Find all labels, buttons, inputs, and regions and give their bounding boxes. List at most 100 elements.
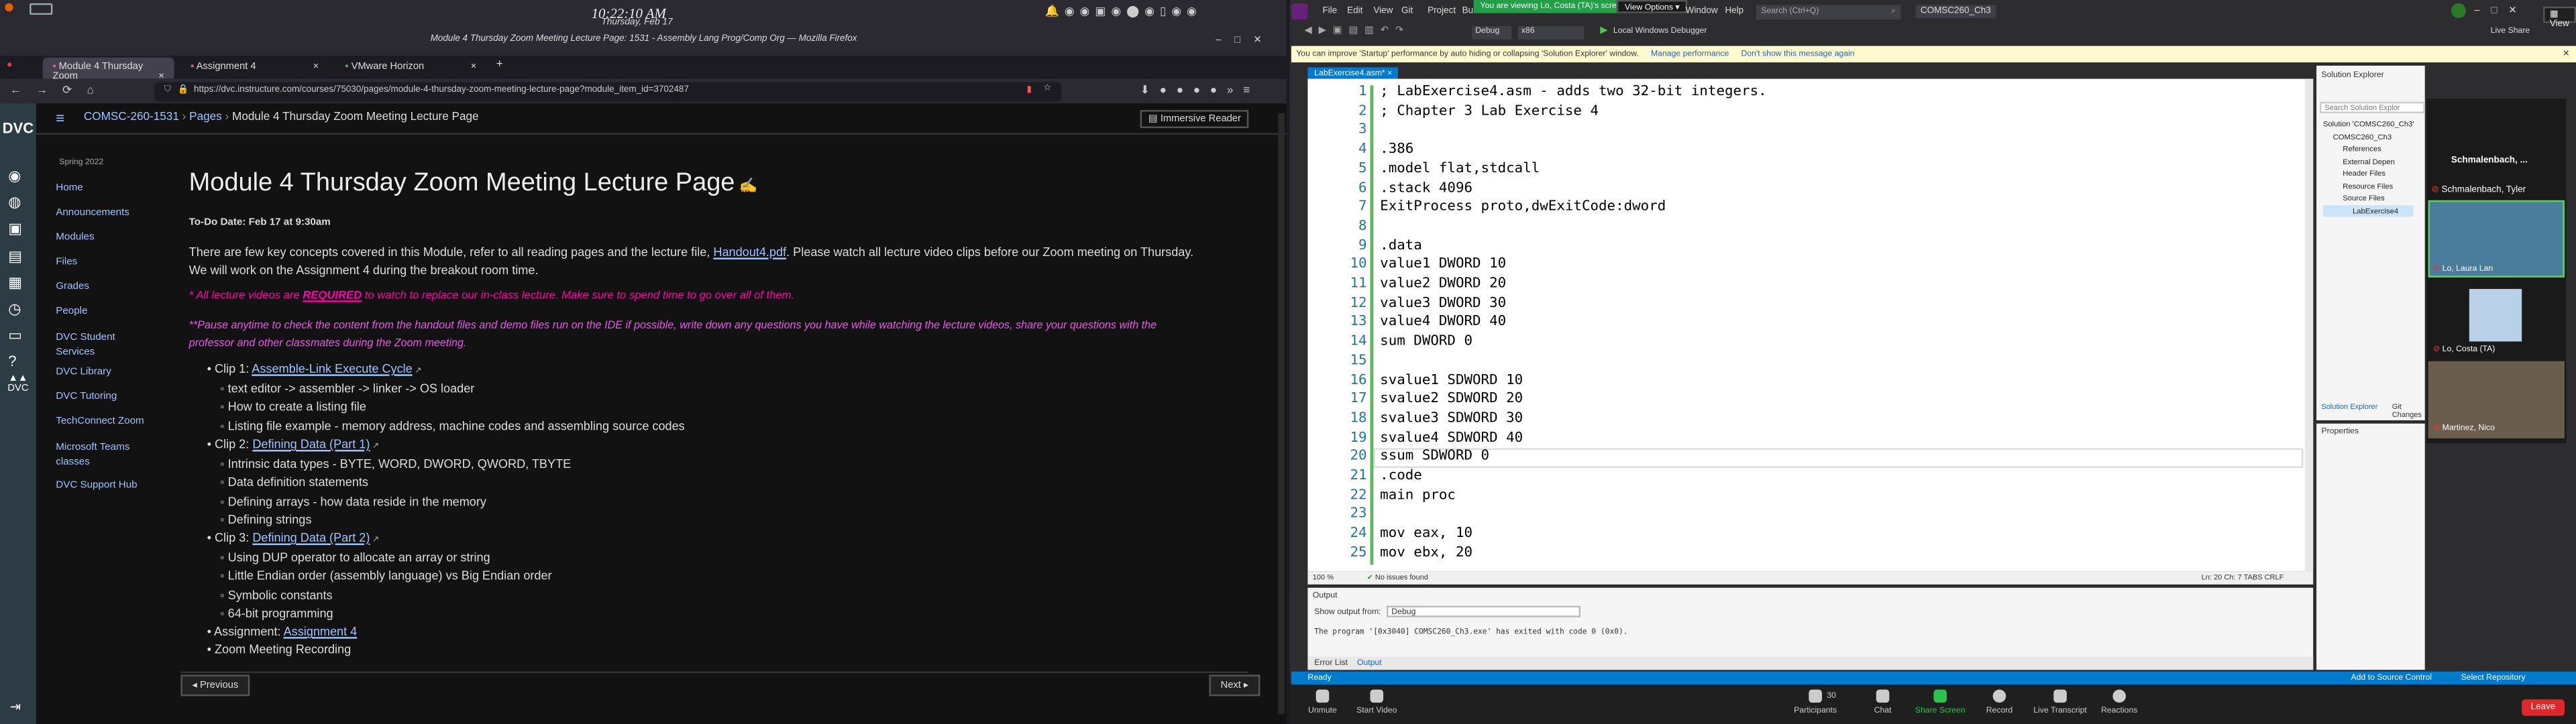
menu-file[interactable]: File (1322, 7, 1337, 17)
breadcrumb-course[interactable]: COMSC-260-1531 (84, 112, 179, 123)
live-share-button[interactable]: Live Share (2491, 26, 2530, 36)
manage-performance-link[interactable]: Manage performance (1651, 49, 1729, 59)
code-line[interactable]: .data (1380, 237, 1422, 253)
scrollbar[interactable] (1278, 113, 1285, 715)
code-line[interactable]: svalue3 SDWORD 30 (1380, 410, 1523, 426)
course-nav-library[interactable]: DVC Library (56, 366, 111, 377)
window-switch-icon[interactable] (30, 3, 53, 15)
solution-search-input[interactable]: Search Solution Explor (2319, 101, 2425, 113)
start-video-button[interactable]: Start Video (1344, 689, 1409, 716)
participant-avatar[interactable] (2469, 289, 2522, 342)
add-source-control-button[interactable]: Add to Source Control (2351, 673, 2432, 683)
nav-buttons[interactable]: ←→⟳⌂ (10, 84, 109, 97)
course-nav-tutoring[interactable]: DVC Tutoring (56, 391, 117, 402)
zoom-level[interactable]: 100 % (1313, 573, 1334, 581)
code-line[interactable]: sum DWORD 0 (1380, 333, 1472, 349)
menu-edit[interactable]: Edit (1347, 7, 1362, 17)
close-tab-icon[interactable]: × (471, 62, 477, 72)
zoom-view-button[interactable]: ▦ View (2543, 6, 2576, 29)
reactions-button[interactable]: Reactions (2086, 689, 2152, 716)
next-button[interactable]: Next ▸ (1209, 674, 1260, 697)
record-button[interactable]: Record (1966, 689, 2032, 716)
course-nav-files[interactable]: Files (56, 256, 77, 267)
code-line[interactable]: svalue2 SDWORD 20 (1380, 391, 1523, 407)
participants-button[interactable]: Participants (1782, 689, 1848, 716)
tree-header-files[interactable]: Header Files (2323, 168, 2414, 180)
extension-icons[interactable]: ⬇●●●●»≡ (1140, 84, 1260, 97)
course-nav-student-services[interactable]: DVC Student Services (56, 330, 154, 359)
code-line[interactable]: value1 DWORD 10 (1380, 257, 1506, 273)
vs-window-controls[interactable]: –□✕ (2474, 5, 2528, 17)
toolbar-icons[interactable]: ◀▶▣▤▥↶↷ (1305, 25, 1410, 36)
tab-error-list[interactable]: Error List (1314, 658, 1348, 668)
code-line[interactable]: .code (1380, 468, 1422, 484)
handout-link[interactable]: Handout4.pdf (713, 245, 786, 259)
share-screen-button[interactable]: Share Screen (1907, 689, 1973, 716)
close-icon[interactable]: ✕ (2563, 49, 2569, 59)
tree-external[interactable]: External Depen (2323, 155, 2414, 167)
tree-references[interactable]: References (2323, 143, 2414, 155)
platform-select[interactable]: x86 (1517, 26, 1584, 40)
live-transcript-button[interactable]: Live Transcript (2026, 689, 2095, 716)
course-nav-home[interactable]: Home (56, 182, 83, 194)
start-debugger-button[interactable]: Local Windows Debugger (1613, 26, 1707, 36)
output-source-select[interactable]: Debug (1386, 605, 1580, 617)
code-line[interactable]: .model flat,stdcall (1380, 161, 1540, 177)
menu-project[interactable]: Project (1428, 7, 1456, 17)
course-nav-techconnect[interactable]: TechConnect Zoom (56, 416, 144, 427)
config-select[interactable]: Debug (1472, 26, 1512, 40)
play-icon[interactable]: ▶ (1600, 25, 1607, 36)
clip1-link[interactable]: Assemble-Link Execute Cycle (252, 361, 412, 376)
tree-project[interactable]: COMSC260_Ch3 (2323, 131, 2414, 143)
course-nav-modules[interactable]: Modules (56, 231, 94, 243)
new-tab-button[interactable]: + (496, 59, 503, 70)
view-options-button[interactable]: View Options ▾ (1616, 0, 1688, 13)
breadcrumb-pages[interactable]: Pages (189, 112, 222, 123)
code-line[interactable]: ExitProcess proto,dwExitCode:dword (1380, 199, 1666, 215)
url-bar[interactable]: ⛉ 🔒 https://dvc.instructure.com/courses/75… (154, 82, 1062, 102)
tree-labexercise[interactable]: LabExercise4 (2322, 204, 2414, 217)
code-line[interactable]: value4 DWORD 40 (1380, 314, 1506, 330)
immersive-reader-icon[interactable]: ✍ (735, 177, 757, 193)
hamburger-icon[interactable]: ≡ (56, 110, 64, 126)
course-nav-teams[interactable]: Microsoft Teams classes (56, 440, 158, 469)
clip3-link[interactable]: Defining Data (Part 2) (252, 530, 370, 545)
tab-git-changes[interactable]: Git Changes (2392, 402, 2425, 418)
window-controls[interactable]: –□✕ (1216, 34, 1275, 46)
tree-resource-files[interactable]: Resource Files (2323, 180, 2414, 192)
leave-button[interactable]: Leave (2522, 699, 2565, 716)
tab-vmware[interactable]: ▪ VMware Horizon × (335, 58, 486, 79)
tree-solution[interactable]: Solution 'COMSC260_Ch3' (2323, 118, 2414, 130)
menu-help[interactable]: Help (1725, 7, 1743, 17)
close-tab-icon[interactable]: × (1387, 69, 1392, 79)
close-tab-icon[interactable]: × (313, 62, 319, 72)
immersive-reader-button[interactable]: ▤ Immersive Reader (1140, 110, 1250, 129)
previous-button[interactable]: ◂ Previous (180, 674, 250, 697)
tab-solution-explorer[interactable]: Solution Explorer (2321, 402, 2377, 410)
toolwindow-sidebar[interactable] (1291, 65, 1306, 591)
menu-view[interactable]: View (1373, 7, 1393, 17)
course-nav-grades[interactable]: Grades (56, 281, 89, 292)
assignment4-link[interactable]: Assignment 4 (284, 624, 358, 639)
code-line[interactable]: value3 DWORD 30 (1380, 295, 1506, 311)
tab-module4[interactable]: ▪ Module 4 Thursday Zoom × (42, 57, 174, 82)
editor-scrollbar[interactable] (2304, 78, 2314, 572)
select-repository-button[interactable]: Select Repository (2461, 673, 2526, 683)
code-line[interactable]: mov eax, 10 (1380, 526, 1472, 542)
menu-window[interactable]: Window (1686, 7, 1718, 17)
course-nav-support[interactable]: DVC Support Hub (56, 479, 137, 491)
code-line[interactable]: ssum SDWORD 0 (1380, 448, 1489, 465)
tray-icons[interactable]: 🔔◉◉▣◉⬤◉▯◉◉ (1045, 5, 1202, 18)
firefox-view-icon[interactable]: ● (7, 61, 13, 71)
code-line[interactable]: mov ebx, 20 (1380, 545, 1472, 561)
code-line[interactable]: value2 DWORD 20 (1380, 276, 1506, 292)
code-line[interactable]: ; LabExercise4.asm - adds two 32-bit int… (1380, 84, 1767, 100)
code-line[interactable]: .stack 4096 (1380, 180, 1472, 196)
global-nav-icons[interactable]: ◉ ◍ ▣ ▤ ▦ ◷ ▭? (8, 162, 22, 375)
code-line[interactable]: main proc (1380, 487, 1456, 503)
menu-git[interactable]: Git (1401, 7, 1413, 17)
course-nav-people[interactable]: People (56, 306, 87, 317)
code-line[interactable]: ; Chapter 3 Lab Exercise 4 (1380, 103, 1599, 119)
dvc-logo[interactable]: DVC (0, 120, 36, 136)
code-line[interactable]: .386 (1380, 141, 1413, 158)
